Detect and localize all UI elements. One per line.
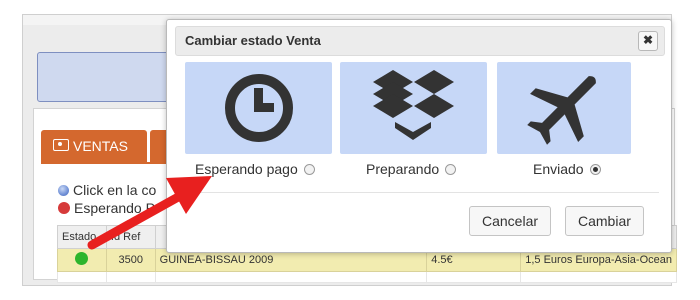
money-icon <box>53 139 69 151</box>
radio-esperando-pago[interactable] <box>303 164 315 175</box>
option-text-esperando-pago: Esperando pago <box>195 161 298 177</box>
radio-preparando[interactable] <box>445 164 457 175</box>
hint-text-2: Esperando P <box>74 200 155 216</box>
tab-ventas[interactable]: VENTAS <box>41 130 147 163</box>
airplane-icon <box>527 76 596 145</box>
close-icon: ✖ <box>642 33 654 47</box>
hint-line-esperando: Esperando P <box>58 200 155 216</box>
submit-button[interactable]: Cambiar <box>565 206 644 236</box>
hint-line-click: Click en la co <box>58 182 156 198</box>
option-label-enviado[interactable]: Enviado <box>533 161 601 177</box>
option-enviado[interactable] <box>497 62 631 154</box>
option-text-enviado: Enviado <box>533 161 584 177</box>
table-row <box>57 271 677 283</box>
change-status-dialog: Cambiar estado Venta ✖ Esperando pago Pr… <box>166 19 672 253</box>
green-status-icon <box>75 252 89 265</box>
cell-id-ref: 3500 <box>105 248 156 272</box>
option-label-preparando[interactable]: Preparando <box>366 161 457 177</box>
clock-icon <box>225 74 293 142</box>
red-status-icon <box>58 202 70 214</box>
option-esperando-pago[interactable] <box>185 62 332 154</box>
tab-ventas-label: VENTAS <box>73 138 128 154</box>
col-id-ref[interactable]: Id Ref <box>105 225 156 249</box>
radio-enviado[interactable] <box>589 164 601 175</box>
info-icon <box>58 185 69 196</box>
option-text-preparando: Preparando <box>366 161 440 177</box>
dialog-divider <box>179 192 659 193</box>
tab-secondary[interactable] <box>150 130 166 163</box>
cell-status <box>57 248 107 272</box>
col-estado[interactable]: Estado <box>57 225 107 249</box>
dialog-header: Cambiar estado Venta ✖ <box>175 26 665 56</box>
option-label-esperando-pago[interactable]: Esperando pago <box>195 161 315 177</box>
dropbox-box-icon <box>373 70 454 140</box>
dialog-title: Cambiar estado Venta <box>185 33 321 48</box>
close-button[interactable]: ✖ <box>638 31 658 51</box>
cancel-button[interactable]: Cancelar <box>469 206 552 236</box>
hint-text-1: Click en la co <box>73 182 157 198</box>
option-preparando[interactable] <box>340 62 487 154</box>
